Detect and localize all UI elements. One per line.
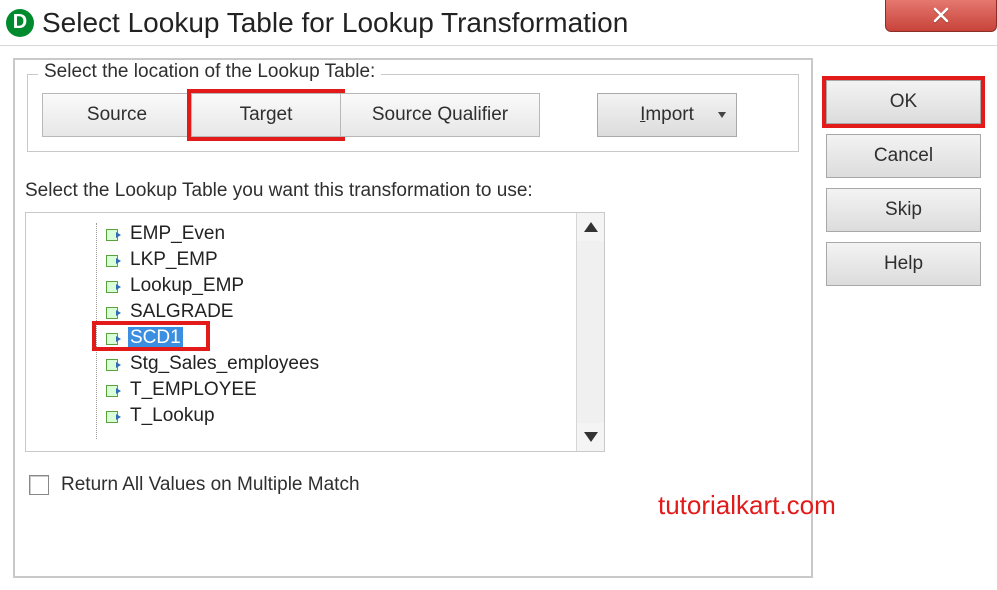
cancel-button[interactable]: Cancel: [826, 134, 981, 178]
title-bar: D Select Lookup Table for Lookup Transfo…: [0, 0, 997, 46]
ok-button-label: OK: [890, 91, 917, 113]
return-all-label: Return All Values on Multiple Match: [61, 474, 360, 496]
tree-guide-line: [96, 223, 97, 439]
caret-down-icon: [584, 432, 598, 442]
list-item-label: T_EMPLOYEE: [128, 379, 259, 401]
list-item-label: SCD1: [128, 327, 183, 349]
close-icon: [932, 6, 950, 24]
app-icon: D: [6, 9, 34, 37]
table-icon: [106, 410, 122, 422]
skip-button-label: Skip: [885, 199, 922, 221]
source-qualifier-button[interactable]: Source Qualifier: [340, 93, 540, 137]
table-icon: [106, 332, 122, 344]
ok-button[interactable]: OK: [826, 80, 981, 124]
location-groupbox: Select the location of the Lookup Table:…: [27, 74, 799, 152]
list-item[interactable]: SCD1: [106, 325, 604, 351]
location-button-row: Source Target Source Qualifier Import: [42, 93, 784, 137]
lookup-table-listbox[interactable]: EMP_Even LKP_EMP Lookup_EMP SALGRADE SCD1 Stg…: [25, 212, 605, 452]
table-icon: [106, 384, 122, 396]
help-button[interactable]: Help: [826, 242, 981, 286]
close-button[interactable]: [885, 0, 997, 32]
source-button-label: Source: [87, 104, 147, 126]
caret-up-icon: [584, 222, 598, 232]
list-item-label: SALGRADE: [128, 301, 235, 323]
location-legend: Select the location of the Lookup Table:: [38, 61, 381, 83]
source-qualifier-button-label: Source Qualifier: [372, 104, 508, 126]
table-icon: [106, 254, 122, 266]
list-item-label: Stg_Sales_employees: [128, 353, 321, 375]
cancel-button-label: Cancel: [874, 145, 933, 167]
list-item[interactable]: LKP_EMP: [106, 247, 604, 273]
return-all-checkbox[interactable]: [29, 475, 49, 495]
list-item[interactable]: T_EMPLOYEE: [106, 377, 604, 403]
table-icon: [106, 280, 122, 292]
help-button-label: Help: [884, 253, 923, 275]
import-button[interactable]: Import: [597, 93, 737, 137]
list-label: Select the Lookup Table you want this tr…: [25, 180, 801, 202]
list-item[interactable]: Stg_Sales_employees: [106, 351, 604, 377]
skip-button[interactable]: Skip: [826, 188, 981, 232]
target-button[interactable]: Target: [191, 93, 341, 137]
dialog-button-column: OK Cancel Skip Help: [826, 80, 981, 296]
list-item-label: EMP_Even: [128, 223, 227, 245]
scroll-down-button[interactable]: [577, 423, 605, 451]
list-item-label: Lookup_EMP: [128, 275, 246, 297]
list-item-label: T_Lookup: [128, 405, 217, 427]
target-button-label: Target: [240, 104, 293, 126]
source-button[interactable]: Source: [42, 93, 192, 137]
scroll-up-button[interactable]: [577, 213, 605, 241]
list-item[interactable]: Lookup_EMP: [106, 273, 604, 299]
dialog-title: Select Lookup Table for Lookup Transform…: [42, 7, 628, 39]
table-icon: [106, 228, 122, 240]
chevron-down-icon: [718, 112, 726, 118]
watermark-text: tutorialkart.com: [658, 490, 836, 521]
table-icon: [106, 306, 122, 318]
list-item[interactable]: EMP_Even: [106, 221, 604, 247]
list-item[interactable]: T_Lookup: [106, 403, 604, 429]
list-item-label: LKP_EMP: [128, 249, 220, 271]
scrollbar[interactable]: [576, 213, 604, 451]
list-item[interactable]: SALGRADE: [106, 299, 604, 325]
table-icon: [106, 358, 122, 370]
import-button-label: Import: [640, 104, 694, 126]
